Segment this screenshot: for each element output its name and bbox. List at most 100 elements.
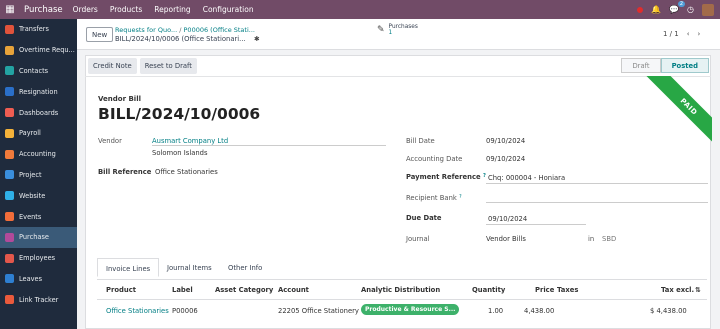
- column-header-label[interactable]: Label: [172, 286, 193, 294]
- column-header-account[interactable]: Account: [278, 286, 309, 294]
- payroll-icon: [5, 128, 14, 138]
- column-header-price[interactable]: Price: [535, 286, 554, 294]
- tab-invoice-lines[interactable]: Invoice Lines: [97, 258, 160, 277]
- leaves-icon: [5, 274, 14, 284]
- bill-date-field[interactable]: 09/10/2024: [486, 137, 525, 145]
- document-type: Vendor Bill: [98, 95, 142, 103]
- payment-reference-underline: [486, 183, 708, 184]
- row-quantity[interactable]: 1.00: [488, 307, 503, 315]
- column-header-quantity[interactable]: Quantity: [472, 286, 505, 294]
- sidebar-item-label: Purchase: [19, 233, 49, 242]
- breadcrumb-parent[interactable]: Requests for Quo...: [115, 26, 177, 34]
- tab-journal-items[interactable]: Journal Items: [167, 264, 212, 272]
- pager-next-icon[interactable]: ›: [698, 30, 701, 38]
- sidebar-item-leaves[interactable]: Leaves: [0, 269, 77, 290]
- sidebar-item-label: Leaves: [19, 274, 43, 283]
- row-analytic-tag[interactable]: Productive & Resource S...: [361, 304, 460, 315]
- sidebar-item-label: Payroll: [19, 129, 41, 138]
- status-steps: Draft Posted: [621, 58, 709, 73]
- column-header-tax-excl[interactable]: Tax excl.: [661, 286, 694, 294]
- breadcrumb-mid[interactable]: P00006 (Office Stati...: [184, 26, 255, 34]
- bill-reference-field[interactable]: Office Stationaries: [155, 168, 218, 176]
- vendor-field[interactable]: Ausmart Company Ltd: [152, 137, 228, 145]
- clock-icon[interactable]: ◷: [687, 5, 694, 14]
- column-header-analytic[interactable]: Analytic Distribution: [361, 286, 440, 294]
- debug-status-icon[interactable]: [637, 6, 644, 13]
- recipient-bank-field[interactable]: [486, 202, 708, 203]
- smart-button-label: Purchases: [388, 24, 418, 30]
- pager-value[interactable]: 1 / 1: [663, 30, 679, 38]
- menu-orders[interactable]: Orders: [73, 5, 98, 14]
- project-icon: [5, 170, 14, 180]
- column-settings-icon[interactable]: ⇅: [695, 286, 701, 294]
- notebook-tabs: Invoice Lines Journal Items Other Info: [97, 258, 707, 280]
- table-header-divider: [97, 299, 707, 300]
- help-icon[interactable]: ?: [483, 173, 486, 179]
- sidebar-item-dashboards[interactable]: Dashboards: [0, 102, 77, 123]
- breadcrumb: Requests for Quo... / P00006 (Office Sta…: [115, 26, 255, 34]
- transfers-icon: [5, 24, 14, 34]
- sidebar-item-label: Link Tracker: [19, 295, 59, 304]
- accounting-date-field[interactable]: 09/10/2024: [486, 155, 525, 163]
- bell-icon[interactable]: 🔔: [651, 5, 661, 14]
- purchase-icon: [5, 232, 14, 242]
- sidebar-item-label: Accounting: [19, 150, 56, 159]
- sidebar-item-accounting[interactable]: Accounting: [0, 144, 77, 165]
- due-date-underline: [486, 224, 586, 225]
- smart-button-count: 1: [388, 29, 393, 36]
- control-panel: New Requests for Quo... / P00006 (Office…: [77, 19, 720, 50]
- help-icon[interactable]: ?: [459, 194, 462, 200]
- bill-date-label: Bill Date: [406, 137, 435, 145]
- column-header-asset-category[interactable]: Asset Category: [215, 286, 273, 294]
- row-product[interactable]: Office Stationaries: [106, 307, 169, 315]
- sidebar-item-resignation[interactable]: Resignation: [0, 81, 77, 102]
- accounting-date-label: Accounting Date: [406, 155, 463, 163]
- new-button[interactable]: New: [86, 27, 114, 42]
- payment-reference-field[interactable]: Chq: 000004 - Honiara: [488, 174, 565, 182]
- avatar[interactable]: [702, 3, 714, 16]
- vendor-label: Vendor: [98, 137, 122, 145]
- overtime-icon: [5, 45, 14, 55]
- app-grid-icon[interactable]: ▦: [0, 0, 20, 19]
- row-account[interactable]: 22205 Office Stationery: [278, 307, 359, 315]
- menu-reporting[interactable]: Reporting: [154, 5, 190, 14]
- sidebar-item-events[interactable]: Events: [0, 206, 77, 227]
- pager-prev-icon[interactable]: ‹: [687, 30, 690, 38]
- sidebar-item-employees[interactable]: Employees: [0, 248, 77, 269]
- row-label[interactable]: P00006: [172, 307, 199, 315]
- credit-note-button[interactable]: Credit Note: [88, 57, 137, 74]
- purchases-smart-button[interactable]: ✎ Purchases 1: [377, 24, 418, 37]
- status-draft[interactable]: Draft: [621, 58, 661, 73]
- gear-icon[interactable]: ✱: [254, 35, 260, 43]
- chat-icon[interactable]: 💬 2: [669, 1, 686, 14]
- sidebar-item-contacts[interactable]: Contacts: [0, 61, 77, 82]
- status-posted[interactable]: Posted: [660, 58, 709, 73]
- link-tracker-icon: [5, 295, 14, 305]
- tab-other-info[interactable]: Other Info: [228, 264, 262, 272]
- sidebar-item-overtime-requ[interactable]: Overtime Requ...: [0, 40, 77, 61]
- sidebar-item-transfers[interactable]: Transfers: [0, 19, 77, 40]
- payment-reference-label: Payment Reference ?: [406, 173, 486, 181]
- column-header-product[interactable]: Product: [106, 286, 136, 294]
- column-header-taxes[interactable]: Taxes: [557, 286, 578, 294]
- menu-configuration[interactable]: Configuration: [203, 5, 254, 14]
- vendor-underline: [152, 145, 386, 146]
- sidebar-item-website[interactable]: Website: [0, 185, 77, 206]
- breadcrumb-current: BILL/2024/10/0006 (Office Stationari...: [115, 35, 246, 43]
- app-name[interactable]: Purchase: [24, 5, 63, 15]
- sidebar-item-purchase[interactable]: Purchase: [0, 226, 77, 248]
- menu-products[interactable]: Products: [110, 5, 142, 14]
- reset-to-draft-button[interactable]: Reset to Draft: [139, 57, 197, 74]
- currency-field[interactable]: SBD: [602, 235, 616, 243]
- journal-field[interactable]: Vendor Bills: [486, 235, 526, 243]
- sidebar-item-project[interactable]: Project: [0, 165, 77, 186]
- row-price[interactable]: 4,438.00: [524, 307, 554, 315]
- vendor-country: Solomon Islands: [152, 149, 208, 157]
- sidebar-item-payroll[interactable]: Payroll: [0, 123, 77, 144]
- sidebar-item-label: Website: [19, 191, 46, 200]
- status-bar: Credit Note Reset to Draft Draft Posted: [85, 55, 711, 77]
- sidebar-item-label: Contacts: [19, 66, 49, 75]
- due-date-field[interactable]: 09/10/2024: [488, 215, 527, 223]
- page-title: BILL/2024/10/0006: [98, 105, 261, 123]
- sidebar-item-link-tracker[interactable]: Link Tracker: [0, 289, 77, 310]
